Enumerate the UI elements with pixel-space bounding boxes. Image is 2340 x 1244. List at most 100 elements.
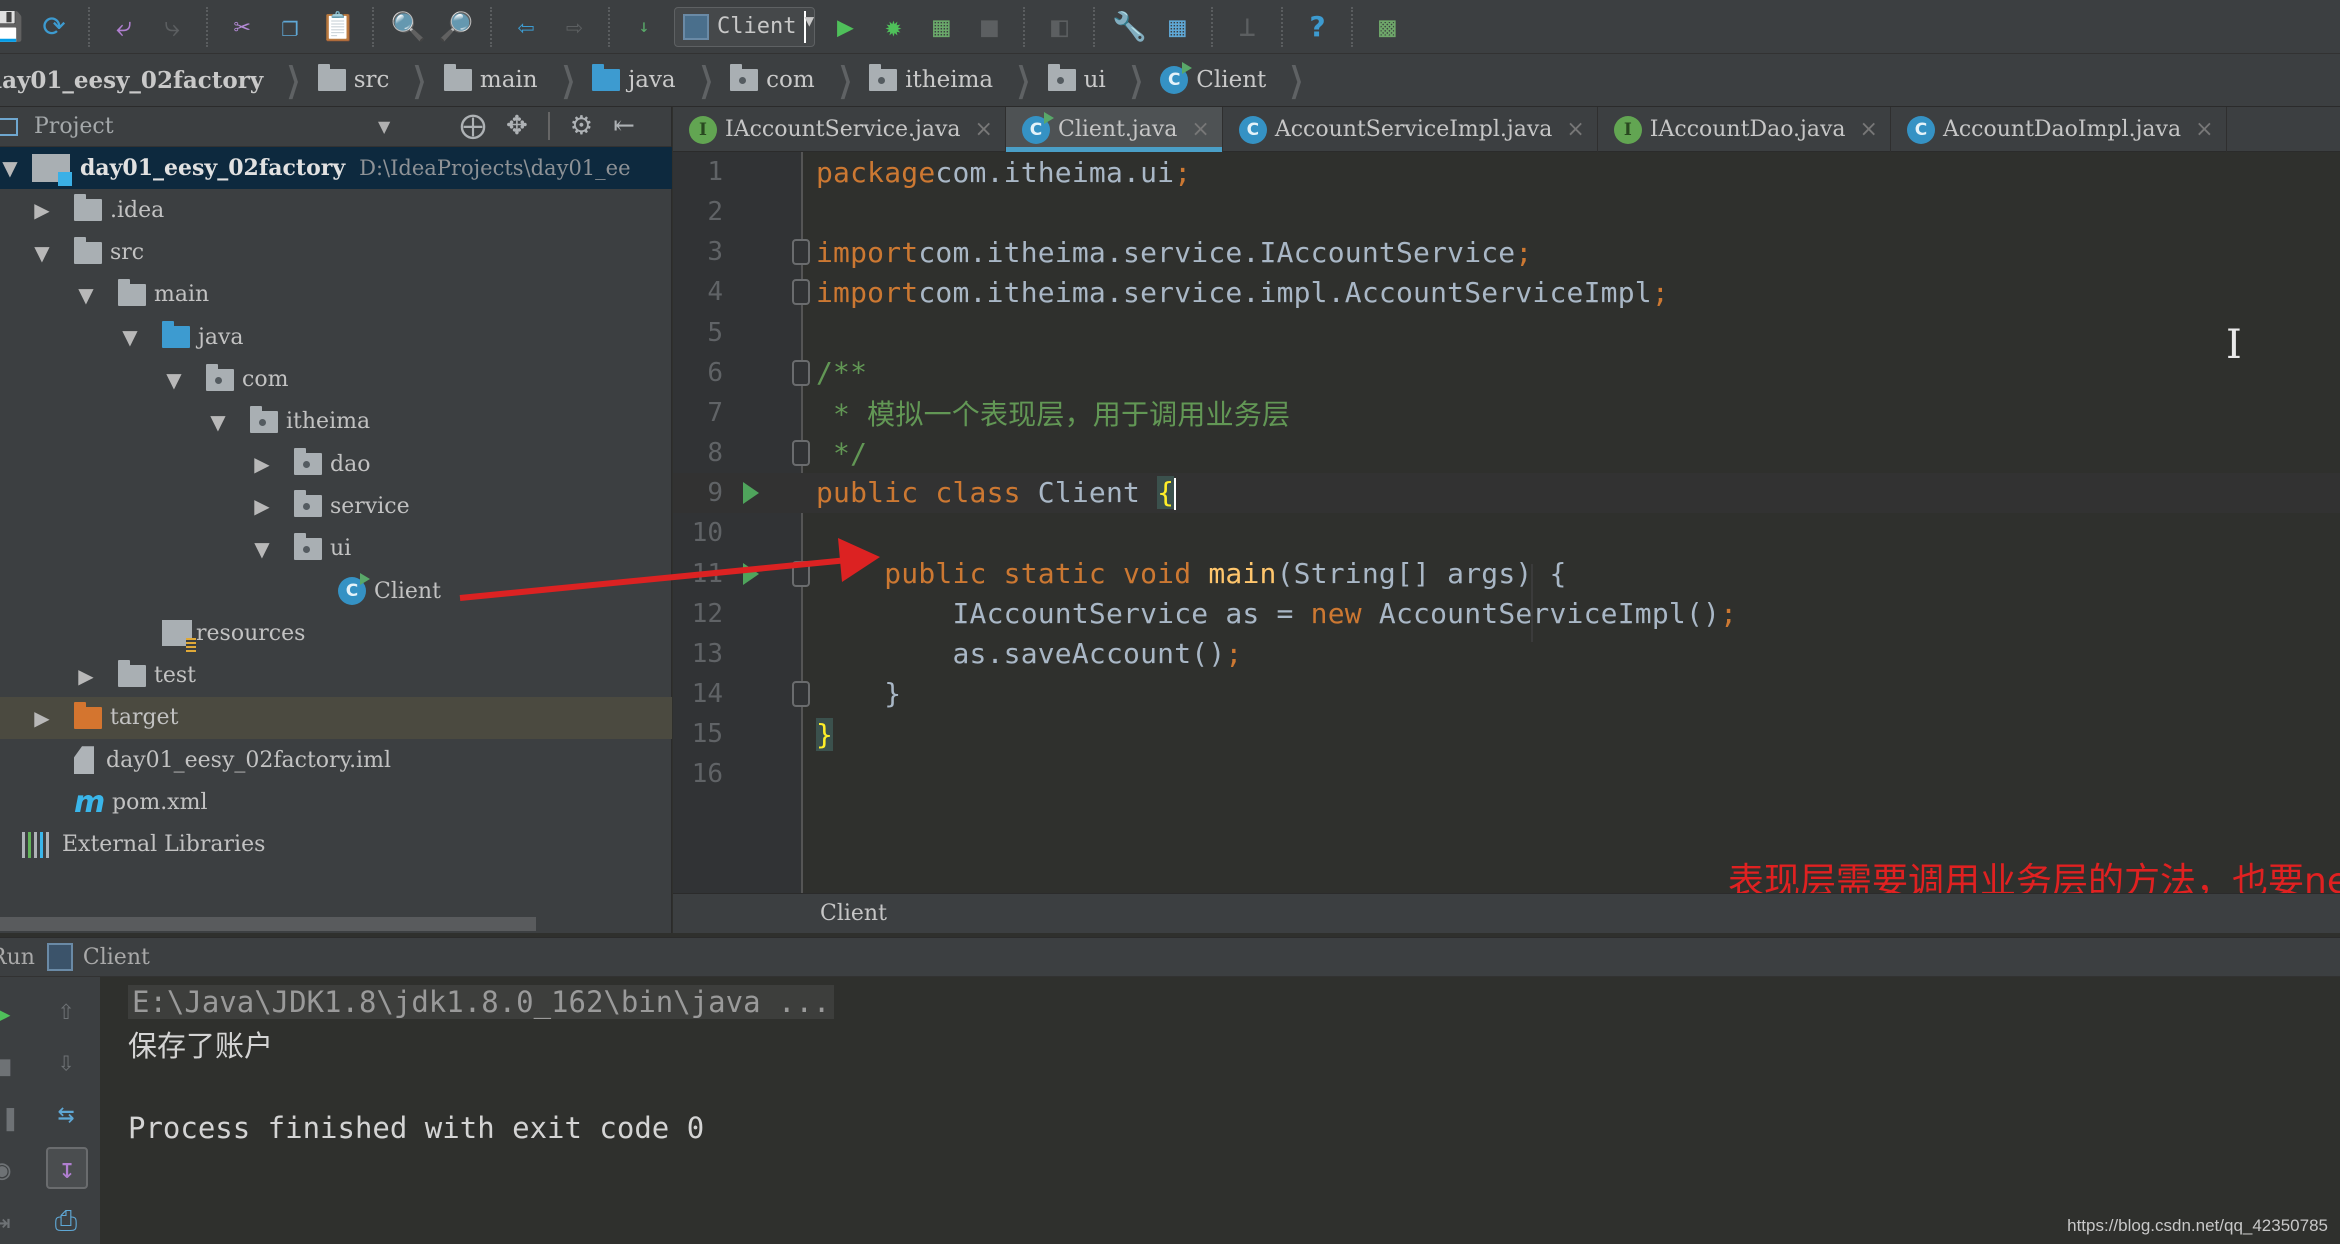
- editor-tab[interactable]: C Client.java ×: [1005, 107, 1223, 152]
- tree-item[interactable]: resources: [0, 612, 672, 654]
- editor-tab[interactable]: C AccountServiceImpl.java ×: [1223, 107, 1598, 152]
- collapse-all-icon[interactable]: ✥: [506, 111, 528, 141]
- breadcrumb-item-client[interactable]: C Client: [1152, 54, 1280, 106]
- expand-arrow-icon[interactable]: ▼: [0, 156, 20, 180]
- run-with-coverage-icon[interactable]: ▦: [921, 7, 961, 47]
- project-view-selector[interactable]: Project: [34, 114, 114, 139]
- collapse-arrow-icon[interactable]: ▶: [76, 664, 96, 688]
- breadcrumb-item-com[interactable]: com: [722, 54, 829, 106]
- expand-arrow-icon[interactable]: ▼: [120, 325, 140, 349]
- breadcrumb-item-main[interactable]: main: [436, 54, 552, 106]
- editor-tab[interactable]: C AccountDaoImpl.java ×: [1891, 107, 2227, 152]
- tree-item[interactable]: ▼ main: [0, 274, 672, 316]
- stop-icon[interactable]: ■: [969, 7, 1009, 47]
- run-gutter-icon[interactable]: [743, 482, 759, 505]
- run-console[interactable]: E:\Java\JDK1.8\jdk1.8.0_162\bin\java ...…: [100, 977, 2340, 1244]
- tree-item[interactable]: C Client: [0, 570, 672, 612]
- horizontal-scrollbar[interactable]: [0, 917, 536, 931]
- rerun-icon[interactable]: ▶: [0, 995, 20, 1031]
- settings-icon[interactable]: 🔧: [1109, 7, 1149, 47]
- back-icon[interactable]: ⇦: [506, 7, 546, 47]
- close-tab-icon[interactable]: ×: [2195, 117, 2213, 142]
- collapse-arrow-icon[interactable]: ▶: [32, 706, 52, 730]
- breadcrumb-item-itheima[interactable]: itheima: [861, 54, 1007, 106]
- down-arrow-icon[interactable]: ⇩: [48, 1043, 84, 1079]
- forward-icon[interactable]: ⇨: [554, 7, 594, 47]
- expand-arrow-icon[interactable]: ▼: [252, 537, 272, 561]
- tree-item[interactable]: ▶ service: [0, 485, 672, 527]
- cut-icon[interactable]: ✂: [222, 7, 262, 47]
- exit-icon[interactable]: ⇥: [0, 1203, 20, 1239]
- collapse-arrow-icon[interactable]: ▶: [252, 452, 272, 476]
- breadcrumb-item-module[interactable]: day01_eesy_02factory: [0, 54, 277, 106]
- gear-icon[interactable]: ⚙: [570, 111, 593, 141]
- tree-item[interactable]: ▶ test: [0, 655, 672, 697]
- close-tab-icon[interactable]: ×: [1860, 117, 1878, 142]
- tree-item[interactable]: ▼ com: [0, 359, 672, 401]
- tree-item[interactable]: ▼ itheima: [0, 401, 672, 443]
- redo-icon[interactable]: ⤷: [152, 7, 192, 47]
- code-editor[interactable]: 1 packagecom.itheima.ui; 2 3 importcom.ithei…: [673, 152, 2340, 902]
- collapse-arrow-icon[interactable]: ▶: [252, 494, 272, 518]
- attach-profiler-icon[interactable]: ◧: [1039, 7, 1079, 47]
- tree-item[interactable]: ▼ src: [0, 232, 672, 274]
- structure-breadcrumb-item[interactable]: Client: [820, 901, 887, 926]
- undo-icon[interactable]: ⤶: [104, 7, 144, 47]
- scroll-from-source-icon[interactable]: ⨁: [460, 111, 486, 141]
- fold-marker-icon[interactable]: [792, 440, 810, 467]
- debug-icon[interactable]: ✹: [873, 7, 913, 47]
- tree-item[interactable]: m pom.xml: [0, 782, 672, 824]
- replace-icon[interactable]: 🔎: [436, 7, 476, 47]
- close-tab-icon[interactable]: ×: [1566, 117, 1584, 142]
- run-tab-client[interactable]: Client: [83, 945, 150, 970]
- up-arrow-icon[interactable]: ⇧: [48, 991, 84, 1027]
- breadcrumb-item-java[interactable]: java: [584, 54, 690, 106]
- tree-item-label: resources: [196, 620, 306, 646]
- make-project-icon[interactable]: ↓​: [624, 7, 664, 47]
- breadcrumb-item-src[interactable]: src: [310, 54, 404, 106]
- dump-threads-icon[interactable]: ◉: [0, 1151, 20, 1187]
- soft-wrap-icon[interactable]: ⇆: [48, 1095, 84, 1131]
- tree-item[interactable]: ▼ java: [0, 316, 672, 358]
- collapse-arrow-icon[interactable]: ▶: [32, 198, 52, 222]
- scroll-to-end-icon[interactable]: ↧: [46, 1147, 88, 1189]
- print-icon[interactable]: ⎙: [48, 1203, 84, 1239]
- tree-item[interactable]: day01_eesy_02factory.iml: [0, 739, 672, 781]
- close-tab-icon[interactable]: ×: [975, 117, 993, 142]
- fold-marker-icon[interactable]: [792, 359, 810, 386]
- expand-arrow-icon[interactable]: ▼: [32, 241, 52, 265]
- breadcrumb-item-ui[interactable]: ui: [1040, 54, 1120, 106]
- close-tab-icon[interactable]: ×: [1191, 117, 1209, 142]
- save-icon[interactable]: 💾: [0, 7, 26, 47]
- tree-item[interactable]: ▶ .idea: [0, 189, 672, 231]
- tree-item[interactable]: ▼ day01_eesy_02factory D:\IdeaProjects\day…: [0, 147, 672, 189]
- sdk-manager-icon[interactable]: ▩: [1367, 7, 1407, 47]
- expand-arrow-icon[interactable]: ▼: [164, 368, 184, 392]
- run-gutter-icon[interactable]: [743, 562, 759, 585]
- fold-marker-icon[interactable]: [792, 239, 810, 266]
- find-icon[interactable]: 🔍: [388, 7, 428, 47]
- help-icon[interactable]: ?: [1297, 7, 1337, 47]
- chevron-down-icon[interactable]: ▼: [378, 117, 390, 136]
- copy-icon[interactable]: ❐: [270, 7, 310, 47]
- editor-tab[interactable]: I IAccountDao.java ×: [1598, 107, 1891, 152]
- expand-arrow-icon[interactable]: ▼: [76, 283, 96, 307]
- stop-icon[interactable]: ■: [0, 1047, 20, 1083]
- tree-item[interactable]: ▼ ui: [0, 528, 672, 570]
- fold-marker-icon[interactable]: [792, 680, 810, 707]
- pause-icon[interactable]: ❚❚: [0, 1099, 20, 1135]
- run-configuration-select[interactable]: Client ▼: [674, 6, 816, 47]
- sync-icon[interactable]: ⟳: [34, 7, 74, 47]
- fold-marker-icon[interactable]: [792, 560, 810, 587]
- fold-marker-icon[interactable]: [792, 279, 810, 306]
- vcs-icon[interactable]: ⊥: [1227, 7, 1267, 47]
- hide-panel-icon[interactable]: ⇤: [613, 111, 635, 141]
- tree-item[interactable]: External Libraries: [0, 824, 672, 866]
- tree-item[interactable]: ▶ dao: [0, 443, 672, 485]
- paste-icon[interactable]: 📋: [318, 7, 358, 47]
- project-structure-icon[interactable]: ▦: [1157, 7, 1197, 47]
- editor-tab[interactable]: I IAccountService.java ×: [673, 107, 1006, 152]
- tree-item[interactable]: ▶ target: [0, 696, 672, 739]
- expand-arrow-icon[interactable]: ▼: [208, 410, 228, 434]
- run-icon[interactable]: ▶: [825, 7, 865, 47]
